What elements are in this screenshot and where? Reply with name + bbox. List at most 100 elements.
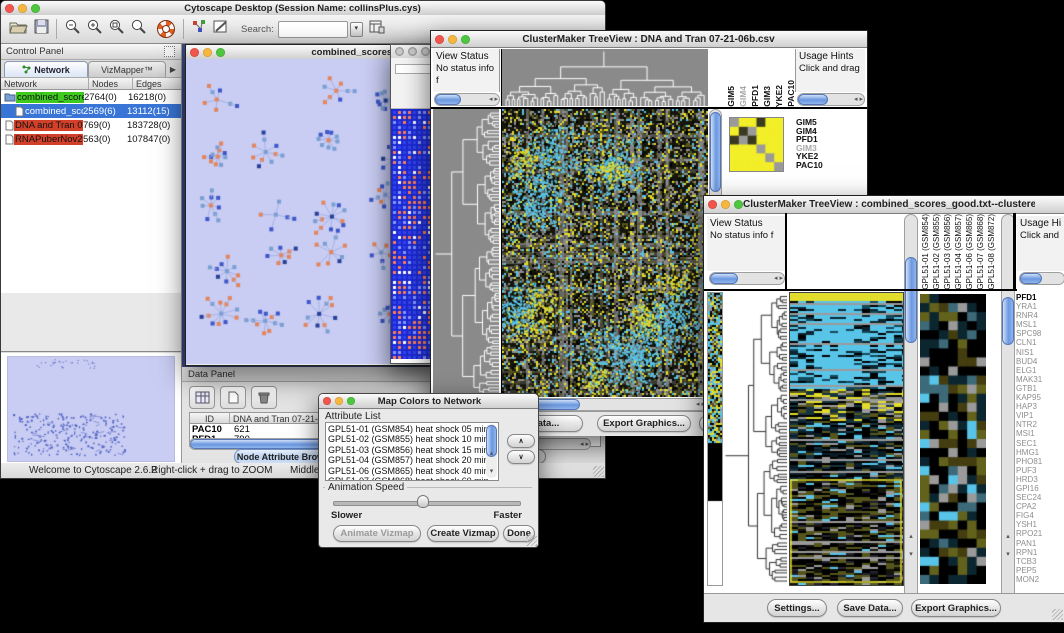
view-status-scrollbar[interactable]: ◂▸ — [709, 272, 785, 285]
gene-label[interactable]: SEC24 — [1016, 493, 1064, 502]
gene-label[interactable]: MAK31 — [1016, 375, 1064, 384]
network-overview-canvas[interactable] — [7, 356, 175, 462]
gene-label[interactable]: PUF3 — [1016, 466, 1064, 475]
column-dendrogram-canvas[interactable] — [501, 49, 708, 106]
gene-label[interactable]: ELG1 — [1016, 366, 1064, 375]
gene-label[interactable]: TCB3 — [1016, 557, 1064, 566]
zoom-in-icon[interactable] — [86, 18, 103, 40]
export-graphics-button[interactable]: Export Graphics... — [911, 599, 1001, 617]
network-row[interactable]: DNA and Tran 07 769(0) 183728(0) — [1, 118, 181, 132]
minimize-icon[interactable] — [203, 48, 212, 57]
gene-label[interactable]: NIS1 — [1016, 348, 1064, 357]
treeview2-title-bar[interactable]: ClusterMaker TreeView : combined_scores_… — [704, 196, 1064, 214]
attribute-list-item[interactable]: GPL51-02 (GSM855) heat shock 10 min — [328, 434, 498, 444]
tab-overflow-icon[interactable]: ▶ — [166, 62, 180, 77]
gene-label[interactable]: PFD1 — [1016, 293, 1064, 302]
resize-grip[interactable] — [1052, 609, 1063, 620]
gene-label[interactable]: MSI1 — [1016, 429, 1064, 438]
minimize-icon[interactable] — [721, 200, 730, 209]
gene-label[interactable]: RPO21 — [1016, 529, 1064, 538]
gene-label[interactable]: PHO81 — [1016, 457, 1064, 466]
main-vscrollbar[interactable]: ▴▾ — [904, 214, 918, 602]
gene-label[interactable]: BUD4 — [1016, 357, 1064, 366]
zoom-window-icon[interactable] — [734, 200, 743, 209]
tab-vizmapper[interactable]: VizMapper™ — [88, 61, 166, 77]
attribute-list-item[interactable]: GPL51-03 (GSM856) heat shock 15 min — [328, 445, 498, 455]
attribute-list-item[interactable]: GPL51-06 (GSM865) heat shock 40 min — [328, 466, 498, 476]
save-data-button[interactable]: Save Data... — [837, 599, 903, 617]
create-vizmap-button[interactable]: Create Vizmap — [427, 525, 499, 542]
inactive-title-bar[interactable] — [391, 45, 435, 59]
column-label[interactable]: GPL51-06 (GSM865) — [965, 214, 974, 290]
data-col-id[interactable]: ID — [190, 413, 230, 424]
dialog-title-bar[interactable]: Map Colors to Network — [319, 394, 538, 409]
zoom-fit-icon[interactable] — [130, 18, 147, 40]
close-icon[interactable] — [395, 47, 404, 56]
gene-label[interactable]: MSL1 — [1016, 320, 1064, 329]
new-attribute-icon[interactable] — [220, 386, 246, 409]
zoom-selected-icon[interactable] — [108, 18, 125, 40]
treeview1-title-bar[interactable]: ClusterMaker TreeView : DNA and Tran 07-… — [431, 31, 867, 48]
gene-label[interactable]: PEP5 — [1016, 566, 1064, 575]
attribute-list-item[interactable]: GPL51-04 (GSM857) heat shock 20 min — [328, 455, 498, 465]
dense-network-canvas[interactable] — [391, 109, 433, 359]
zoom-window-icon[interactable] — [31, 4, 40, 13]
settings-button[interactable]: Settings... — [767, 599, 827, 617]
column-label[interactable]: GPL51-02 (GSM855) — [932, 214, 941, 290]
gene-label[interactable]: CPA2 — [1016, 502, 1064, 511]
network-row[interactable]: RNAPuberNov2+I 563(0) 107847(0) — [1, 132, 181, 146]
move-down-button[interactable]: ∨ — [507, 450, 535, 464]
column-label[interactable]: GPL51-03 (GSM856) — [943, 214, 952, 290]
search-input[interactable] — [278, 21, 348, 38]
gene-label[interactable]: SPC98 — [1016, 329, 1064, 338]
close-icon[interactable] — [323, 397, 331, 405]
resize-grip[interactable] — [526, 535, 537, 546]
column-label[interactable]: YKE2 — [774, 85, 784, 107]
close-icon[interactable] — [190, 48, 199, 57]
search-config-icon[interactable] — [369, 19, 385, 39]
attribute-list-item[interactable]: GPL51-01 (GSM854) heat shock 05 min — [328, 424, 498, 434]
help-lifering-icon[interactable] — [157, 20, 175, 38]
heatmap-global-canvas[interactable] — [501, 109, 708, 397]
column-label[interactable]: GIM4 — [738, 86, 748, 107]
listbox-scrollbar[interactable]: ▴▾ — [486, 424, 497, 478]
row-dendrogram-canvas[interactable] — [723, 292, 787, 584]
animate-vizmap-button[interactable]: Animate Vizmap — [333, 525, 421, 542]
move-up-button[interactable]: ∧ — [507, 434, 535, 448]
minimize-icon[interactable] — [408, 47, 417, 56]
gene-label[interactable]: NTR2 — [1016, 420, 1064, 429]
row-dendrogram-canvas[interactable] — [433, 109, 499, 397]
attribute-list-item[interactable]: GPL51-07 (GSM868) heat shock 60 min — [328, 476, 498, 481]
open-file-icon[interactable] — [9, 19, 28, 39]
row-label[interactable]: PAC10 — [796, 161, 823, 170]
gene-label[interactable]: GTB1 — [1016, 384, 1064, 393]
usage-hints-scrollbar[interactable]: ◂▸ — [797, 93, 865, 106]
col-network[interactable]: Network — [1, 78, 89, 90]
export-graphics-button[interactable]: Export Graphics... — [597, 415, 691, 432]
gene-label[interactable]: VIP1 — [1016, 411, 1064, 420]
col-edges[interactable]: Edges — [133, 78, 181, 90]
network-row[interactable]: combined_sco 2569(6) 13112(15) — [1, 104, 181, 118]
network-overview-panel[interactable] — [1, 351, 181, 464]
main-title-bar[interactable]: Cytoscape Desktop (Session Name: collins… — [1, 1, 605, 16]
close-icon[interactable] — [5, 4, 14, 13]
delete-attribute-icon[interactable] — [251, 386, 277, 409]
gene-label[interactable]: GPI16 — [1016, 484, 1064, 493]
gene-label[interactable]: YRA1 — [1016, 302, 1064, 311]
gene-label[interactable]: MON2 — [1016, 575, 1064, 584]
close-icon[interactable] — [708, 200, 717, 209]
gene-label[interactable]: HRD3 — [1016, 475, 1064, 484]
column-label[interactable]: GIM5 — [726, 86, 736, 107]
gene-label[interactable]: PAN1 — [1016, 539, 1064, 548]
zoom-window-icon[interactable] — [347, 397, 355, 405]
gene-label[interactable]: KAP95 — [1016, 393, 1064, 402]
zoom-window-icon[interactable] — [216, 48, 225, 57]
zoom-window-icon[interactable] — [461, 35, 470, 44]
column-label[interactable]: GPL51-08 (GSM872) — [987, 214, 996, 290]
gene-label[interactable]: YSH1 — [1016, 520, 1064, 529]
column-label[interactable]: GPL51-04 (GSM857) — [954, 214, 963, 290]
annotation-icon[interactable] — [213, 19, 229, 39]
minimize-icon[interactable] — [448, 35, 457, 44]
attribute-select-icon[interactable] — [189, 386, 215, 409]
column-label[interactable]: GPL51-07 (GSM868) — [976, 214, 985, 290]
